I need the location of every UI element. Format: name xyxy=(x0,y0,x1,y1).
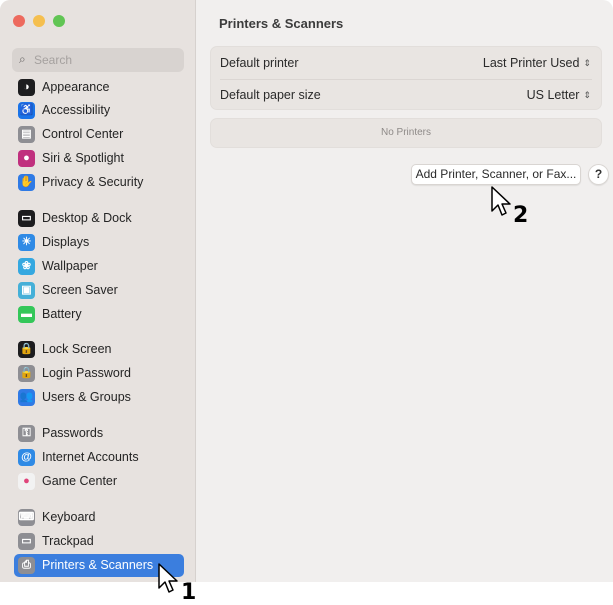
lock-screen-icon: 🔒 xyxy=(18,341,35,358)
sidebar-item-label: Accessibility xyxy=(42,103,111,117)
printer-settings-group: Default printer Last Printer Used ⇕ Defau… xyxy=(210,46,602,110)
default-paper-value: US Letter xyxy=(526,88,580,102)
hand-icon: ✋ xyxy=(18,174,35,191)
sidebar-item-label: Screen Saver xyxy=(42,283,118,297)
siri-icon: ● xyxy=(18,150,35,167)
control-center-icon: ▤ xyxy=(18,126,35,143)
sidebar-item-internet-accounts[interactable]: @ Internet Accounts xyxy=(14,446,184,469)
desktop-dock-icon: ▭ xyxy=(18,210,35,227)
search-field[interactable]: ⌕ xyxy=(12,48,184,72)
up-down-chevron-icon: ⇕ xyxy=(583,58,591,68)
settings-window: ⌕ ◑ Appearance ♿ Accessibility ▤ Control Cent… xyxy=(0,0,613,582)
sidebar-item-label: Siri & Spotlight xyxy=(42,151,124,165)
sidebar-item-battery[interactable]: ▬ Battery xyxy=(14,303,184,326)
internet-accounts-icon: @ xyxy=(18,449,35,466)
default-printer-row: Default printer Last Printer Used ⇕ xyxy=(211,47,601,79)
passwords-icon: ⚿ xyxy=(18,425,35,442)
sidebar-item-label: Privacy & Security xyxy=(42,175,144,189)
printers-list: No Printers xyxy=(210,118,602,148)
sidebar-item-game-center[interactable]: ● Game Center xyxy=(14,470,184,493)
sidebar-item-passwords[interactable]: ⚿ Passwords xyxy=(14,422,184,445)
sidebar-item-users-groups[interactable]: 👥 Users & Groups xyxy=(14,386,184,409)
help-button[interactable]: ? xyxy=(588,164,609,185)
step-number-label: 2 xyxy=(513,203,529,228)
sidebar-item-label: Trackpad xyxy=(42,534,94,548)
default-printer-popup[interactable]: Last Printer Used ⇕ xyxy=(483,56,591,70)
mouse-pointer-icon xyxy=(158,563,178,593)
sidebar-item-lock-screen[interactable]: 🔒 Lock Screen xyxy=(14,338,184,361)
sidebar: ⌕ ◑ Appearance ♿ Accessibility ▤ Control Cent… xyxy=(0,0,196,582)
no-printers-text: No Printers xyxy=(380,127,431,138)
zoom-window-button[interactable] xyxy=(53,15,65,27)
accessibility-icon: ♿ xyxy=(18,102,35,119)
minimize-window-button[interactable] xyxy=(33,15,45,27)
sidebar-item-control-center[interactable]: ▤ Control Center xyxy=(14,123,184,146)
default-paper-popup[interactable]: US Letter ⇕ xyxy=(527,88,591,102)
login-password-icon: 🔒 xyxy=(18,365,35,382)
sidebar-item-label: Game Center xyxy=(42,474,118,488)
trackpad-icon: ▭ xyxy=(18,533,35,550)
up-down-chevron-icon: ⇕ xyxy=(583,90,591,100)
default-paper-label: Default paper size xyxy=(220,88,321,102)
sidebar-item-label: Printers & Scanners xyxy=(42,558,154,572)
users-groups-icon: 👥 xyxy=(18,389,35,406)
screen-saver-icon: ▣ xyxy=(18,282,35,299)
step-number-label: 1 xyxy=(181,580,197,605)
appearance-icon: ◑ xyxy=(18,79,35,96)
game-center-icon: ● xyxy=(18,473,35,490)
printer-icon: ⎙ xyxy=(18,557,35,574)
close-window-button[interactable] xyxy=(13,15,25,27)
search-icon: ⌕ xyxy=(19,52,26,66)
sidebar-item-label: Appearance xyxy=(42,80,110,94)
sidebar-item-label: Battery xyxy=(42,307,82,321)
sidebar-item-appearance[interactable]: ◑ Appearance xyxy=(14,76,184,99)
sidebar-item-label: Users & Groups xyxy=(42,390,131,404)
sidebar-item-label: Passwords xyxy=(42,426,104,440)
keyboard-icon: ⌨ xyxy=(18,509,35,526)
default-paper-row: Default paper size US Letter ⇕ xyxy=(211,79,601,111)
page-title: Printers & Scanners xyxy=(219,16,344,31)
default-printer-value: Last Printer Used xyxy=(482,56,580,70)
sidebar-item-desktop-dock[interactable]: ▭ Desktop & Dock xyxy=(14,207,184,230)
sidebar-item-trackpad[interactable]: ▭ Trackpad xyxy=(14,530,184,553)
sidebar-item-label: Wallpaper xyxy=(42,259,98,273)
sidebar-item-accessibility[interactable]: ♿ Accessibility xyxy=(14,99,184,122)
sidebar-item-label: Login Password xyxy=(42,366,131,380)
sidebar-item-wallpaper[interactable]: ❀ Wallpaper xyxy=(14,255,184,278)
sidebar-item-privacy-security[interactable]: ✋ Privacy & Security xyxy=(14,171,184,194)
main-pane: Printers & Scanners Default printer Last… xyxy=(197,0,613,582)
sidebar-item-screen-saver[interactable]: ▣ Screen Saver xyxy=(14,279,184,302)
search-input[interactable] xyxy=(34,51,174,69)
displays-icon: ☀ xyxy=(18,234,35,251)
sidebar-item-label: Lock Screen xyxy=(42,342,112,356)
sidebar-item-label: Control Center xyxy=(42,127,124,141)
sidebar-item-label: Displays xyxy=(42,235,90,249)
sidebar-item-label: Keyboard xyxy=(42,510,96,524)
default-printer-label: Default printer xyxy=(220,56,299,70)
sidebar-item-login-password[interactable]: 🔒 Login Password xyxy=(14,362,184,385)
battery-icon: ▬ xyxy=(18,306,35,323)
sidebar-item-siri-spotlight[interactable]: ● Siri & Spotlight xyxy=(14,147,184,170)
wallpaper-icon: ❀ xyxy=(18,258,35,275)
sidebar-item-label: Desktop & Dock xyxy=(42,211,132,225)
sidebar-item-label: Internet Accounts xyxy=(42,450,139,464)
add-printer-button[interactable]: Add Printer, Scanner, or Fax... xyxy=(411,164,581,185)
sidebar-item-displays[interactable]: ☀ Displays xyxy=(14,231,184,254)
sidebar-item-keyboard[interactable]: ⌨ Keyboard xyxy=(14,506,184,529)
